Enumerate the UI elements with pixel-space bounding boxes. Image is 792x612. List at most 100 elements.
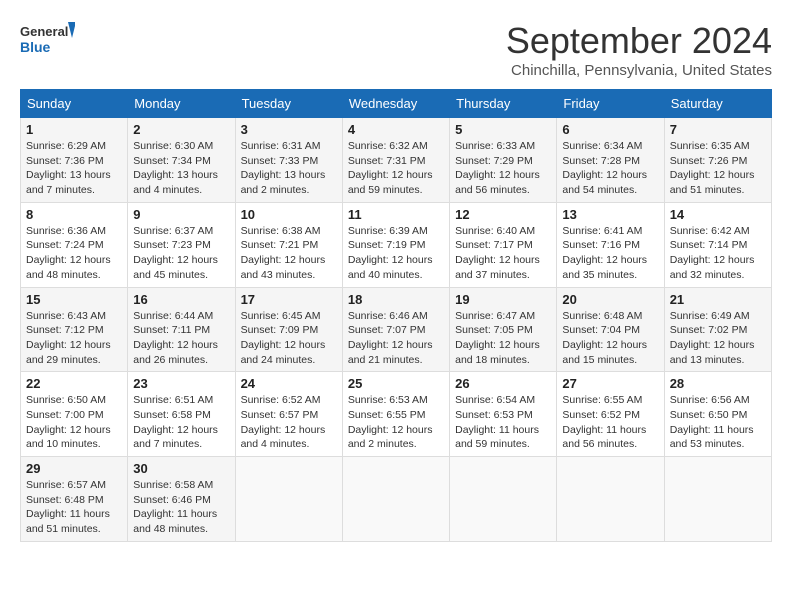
day-info: Sunrise: 6:56 AM Sunset: 6:50 PM Dayligh…	[670, 393, 766, 452]
calendar-cell: 6 Sunrise: 6:34 AM Sunset: 7:28 PM Daylig…	[557, 118, 664, 203]
calendar-cell	[235, 457, 342, 542]
calendar-cell	[557, 457, 664, 542]
calendar-cell: 17 Sunrise: 6:45 AM Sunset: 7:09 PM Dayli…	[235, 287, 342, 372]
day-info: Sunrise: 6:54 AM Sunset: 6:53 PM Dayligh…	[455, 393, 551, 452]
day-info: Sunrise: 6:46 AM Sunset: 7:07 PM Dayligh…	[348, 309, 444, 368]
weekday-header-monday: Monday	[128, 90, 235, 118]
calendar-cell	[450, 457, 557, 542]
calendar-cell: 21Sunrise: 6:49 AM Sunset: 7:02 PM Dayli…	[664, 287, 771, 372]
day-info: Sunrise: 6:38 AM Sunset: 7:21 PM Dayligh…	[241, 224, 337, 283]
day-info: Sunrise: 6:44 AM Sunset: 7:11 PM Dayligh…	[133, 309, 229, 368]
day-info: Sunrise: 6:30 AM Sunset: 7:34 PM Dayligh…	[133, 139, 229, 198]
day-info: Sunrise: 6:42 AM Sunset: 7:14 PM Dayligh…	[670, 224, 766, 283]
calendar-cell: 26 Sunrise: 6:54 AM Sunset: 6:53 PM Dayli…	[450, 372, 557, 457]
month-title: September 2024	[506, 20, 772, 62]
calendar-cell: 24 Sunrise: 6:52 AM Sunset: 6:57 PM Dayli…	[235, 372, 342, 457]
day-info: Sunrise: 6:55 AM Sunset: 6:52 PM Dayligh…	[562, 393, 658, 452]
day-number: 20	[562, 292, 658, 307]
day-number: 11	[348, 207, 444, 222]
day-info: Sunrise: 6:40 AM Sunset: 7:17 PM Dayligh…	[455, 224, 551, 283]
calendar-cell: 27 Sunrise: 6:55 AM Sunset: 6:52 PM Dayli…	[557, 372, 664, 457]
calendar-cell: 12Sunrise: 6:40 AM Sunset: 7:17 PM Dayli…	[450, 202, 557, 287]
calendar-cell: 20 Sunrise: 6:48 AM Sunset: 7:04 PM Dayli…	[557, 287, 664, 372]
day-number: 29	[26, 461, 122, 476]
calendar-cell: 15 Sunrise: 6:43 AM Sunset: 7:12 PM Dayli…	[21, 287, 128, 372]
day-number: 9	[133, 207, 229, 222]
calendar-cell: 23 Sunrise: 6:51 AM Sunset: 6:58 PM Dayli…	[128, 372, 235, 457]
day-info: Sunrise: 6:33 AM Sunset: 7:29 PM Dayligh…	[455, 139, 551, 198]
day-info: Sunrise: 6:35 AM Sunset: 7:26 PM Dayligh…	[670, 139, 766, 198]
calendar-cell: 4 Sunrise: 6:32 AM Sunset: 7:31 PM Daylig…	[342, 118, 449, 203]
day-number: 16	[133, 292, 229, 307]
calendar-cell: 19 Sunrise: 6:47 AM Sunset: 7:05 PM Dayli…	[450, 287, 557, 372]
calendar-cell: 9 Sunrise: 6:37 AM Sunset: 7:23 PM Daylig…	[128, 202, 235, 287]
day-info: Sunrise: 6:32 AM Sunset: 7:31 PM Dayligh…	[348, 139, 444, 198]
calendar-cell: 3 Sunrise: 6:31 AM Sunset: 7:33 PM Daylig…	[235, 118, 342, 203]
day-number: 3	[241, 122, 337, 137]
day-number: 17	[241, 292, 337, 307]
calendar-cell: 13Sunrise: 6:41 AM Sunset: 7:16 PM Dayli…	[557, 202, 664, 287]
weekday-header-saturday: Saturday	[664, 90, 771, 118]
day-info: Sunrise: 6:36 AM Sunset: 7:24 PM Dayligh…	[26, 224, 122, 283]
day-info: Sunrise: 6:45 AM Sunset: 7:09 PM Dayligh…	[241, 309, 337, 368]
day-number: 7	[670, 122, 766, 137]
day-number: 4	[348, 122, 444, 137]
weekday-header-friday: Friday	[557, 90, 664, 118]
day-number: 1	[26, 122, 122, 137]
calendar-cell: 7 Sunrise: 6:35 AM Sunset: 7:26 PM Daylig…	[664, 118, 771, 203]
day-number: 2	[133, 122, 229, 137]
day-number: 21	[670, 292, 766, 307]
day-number: 10	[241, 207, 337, 222]
day-info: Sunrise: 6:52 AM Sunset: 6:57 PM Dayligh…	[241, 393, 337, 452]
day-number: 23	[133, 376, 229, 391]
day-info: Sunrise: 6:51 AM Sunset: 6:58 PM Dayligh…	[133, 393, 229, 452]
day-number: 19	[455, 292, 551, 307]
day-number: 5	[455, 122, 551, 137]
calendar-cell: 18 Sunrise: 6:46 AM Sunset: 7:07 PM Dayli…	[342, 287, 449, 372]
calendar-cell: 2 Sunrise: 6:30 AM Sunset: 7:34 PM Daylig…	[128, 118, 235, 203]
day-info: Sunrise: 6:58 AM Sunset: 6:46 PM Dayligh…	[133, 478, 229, 537]
weekday-header-thursday: Thursday	[450, 90, 557, 118]
day-number: 6	[562, 122, 658, 137]
calendar-cell	[664, 457, 771, 542]
day-number: 22	[26, 376, 122, 391]
day-number: 24	[241, 376, 337, 391]
day-info: Sunrise: 6:48 AM Sunset: 7:04 PM Dayligh…	[562, 309, 658, 368]
day-number: 14	[670, 207, 766, 222]
day-info: Sunrise: 6:37 AM Sunset: 7:23 PM Dayligh…	[133, 224, 229, 283]
page-header: General Blue September 2024 Chinchilla, …	[20, 20, 772, 79]
svg-text:Blue: Blue	[20, 39, 51, 55]
calendar-cell: 29 Sunrise: 6:57 AM Sunset: 6:48 PM Dayli…	[21, 457, 128, 542]
day-number: 25	[348, 376, 444, 391]
calendar-cell	[342, 457, 449, 542]
title-block: September 2024 Chinchilla, Pennsylvania,…	[506, 20, 772, 79]
day-info: Sunrise: 6:39 AM Sunset: 7:19 PM Dayligh…	[348, 224, 444, 283]
calendar-cell: 5 Sunrise: 6:33 AM Sunset: 7:29 PM Daylig…	[450, 118, 557, 203]
logo: General Blue	[20, 20, 75, 65]
day-number: 27	[562, 376, 658, 391]
day-number: 26	[455, 376, 551, 391]
calendar-cell: 8 Sunrise: 6:36 AM Sunset: 7:24 PM Daylig…	[21, 202, 128, 287]
day-info: Sunrise: 6:50 AM Sunset: 7:00 PM Dayligh…	[26, 393, 122, 452]
day-info: Sunrise: 6:29 AM Sunset: 7:36 PM Dayligh…	[26, 139, 122, 198]
day-number: 30	[133, 461, 229, 476]
day-number: 15	[26, 292, 122, 307]
day-info: Sunrise: 6:34 AM Sunset: 7:28 PM Dayligh…	[562, 139, 658, 198]
calendar-cell: 10 Sunrise: 6:38 AM Sunset: 7:21 PM Dayli…	[235, 202, 342, 287]
weekday-header-wednesday: Wednesday	[342, 90, 449, 118]
weekday-header-tuesday: Tuesday	[235, 90, 342, 118]
location-subtitle: Chinchilla, Pennsylvania, United States	[506, 62, 772, 79]
day-info: Sunrise: 6:47 AM Sunset: 7:05 PM Dayligh…	[455, 309, 551, 368]
day-number: 13	[562, 207, 658, 222]
day-number: 18	[348, 292, 444, 307]
day-info: Sunrise: 6:53 AM Sunset: 6:55 PM Dayligh…	[348, 393, 444, 452]
calendar-cell: 1 Sunrise: 6:29 AM Sunset: 7:36 PM Daylig…	[21, 118, 128, 203]
calendar-cell: 25 Sunrise: 6:53 AM Sunset: 6:55 PM Dayli…	[342, 372, 449, 457]
day-info: Sunrise: 6:31 AM Sunset: 7:33 PM Dayligh…	[241, 139, 337, 198]
day-number: 28	[670, 376, 766, 391]
calendar-table: SundayMondayTuesdayWednesdayThursdayFrid…	[20, 89, 772, 542]
day-info: Sunrise: 6:43 AM Sunset: 7:12 PM Dayligh…	[26, 309, 122, 368]
calendar-cell: 22 Sunrise: 6:50 AM Sunset: 7:00 PM Dayli…	[21, 372, 128, 457]
day-number: 8	[26, 207, 122, 222]
day-info: Sunrise: 6:57 AM Sunset: 6:48 PM Dayligh…	[26, 478, 122, 537]
